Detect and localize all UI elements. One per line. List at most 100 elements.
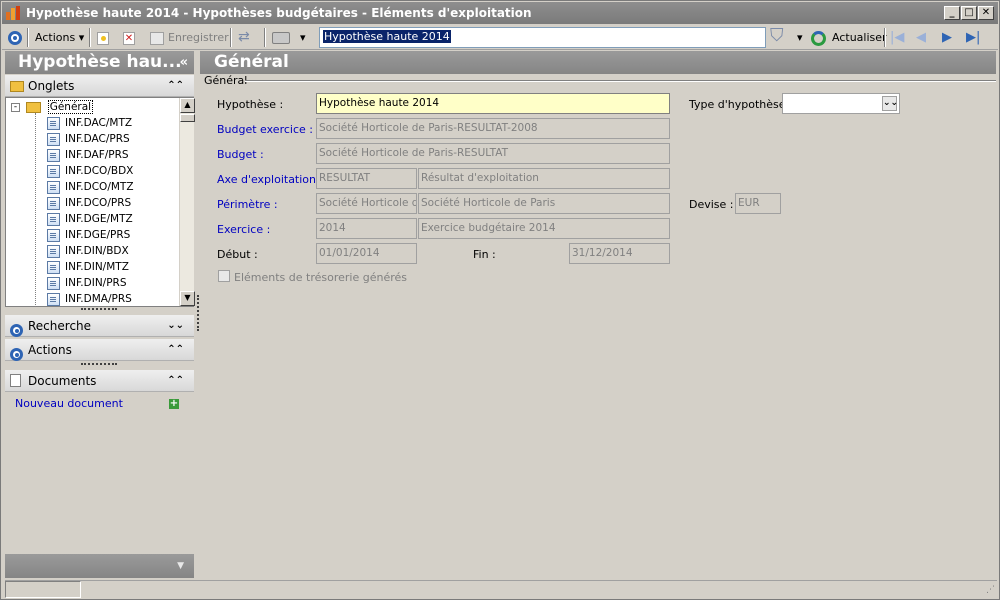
tree-root-label: Général — [47, 100, 94, 114]
app-icon — [6, 6, 20, 20]
recherche-section-header[interactable]: Recherche ⌄⌄ — [5, 315, 194, 337]
refresh-button[interactable]: Actualiser — [811, 28, 887, 47]
new-document-link[interactable]: Nouveau document — [15, 397, 123, 410]
resize-grip[interactable] — [81, 363, 117, 366]
tree-item[interactable]: INF.DGE/MTZ — [47, 211, 133, 227]
document-icon — [47, 212, 60, 226]
resize-grip-icon[interactable]: ⋰ — [986, 585, 995, 595]
tree-item[interactable]: INF.DCO/PRS — [47, 195, 131, 211]
left-panel-header: Hypothèse hau... « — [5, 51, 194, 74]
group-label: Général — [204, 74, 248, 87]
tree-item[interactable]: INF.DAC/PRS — [47, 131, 130, 147]
last-record-icon[interactable]: ▶| — [966, 28, 980, 47]
type-hypothese-select[interactable]: ⌄⌄ — [782, 93, 900, 114]
document-icon — [47, 132, 60, 146]
chevron-down-icon: ▾ — [78, 31, 85, 44]
exercice-label[interactable]: Exercice : — [217, 223, 270, 236]
axe-code-field: RESULTAT — [316, 168, 417, 189]
double-chevron-down-icon: ⌄⌄ — [167, 320, 184, 331]
filter-icon[interactable]: ⛉ — [770, 26, 784, 45]
tree-item-label: INF.DGE/MTZ — [65, 213, 133, 225]
recherche-icon — [10, 319, 23, 341]
budget-label[interactable]: Budget : — [217, 148, 264, 161]
document-icon — [47, 196, 60, 210]
maximize-button[interactable]: □ — [961, 6, 977, 20]
tree-scrollbar[interactable]: ▲ ▼ — [179, 98, 195, 306]
main-menu-icon[interactable] — [8, 28, 22, 47]
budget-exercice-label[interactable]: Budget exercice : — [217, 123, 313, 136]
left-panel-footer[interactable]: ▼ — [5, 554, 194, 578]
save-button[interactable]: Enregistrer — [150, 28, 229, 47]
status-cell — [5, 581, 81, 598]
previous-record-icon[interactable]: ◀ — [916, 28, 926, 47]
actions-icon — [10, 343, 23, 365]
scroll-up-icon[interactable]: ▲ — [180, 98, 195, 113]
onglets-section-header[interactable]: Onglets ⌃⌃ — [5, 75, 194, 97]
tree-item-label: INF.DMA/PRS — [65, 293, 132, 305]
search-input[interactable]: Hypothèse haute 2014 — [319, 27, 766, 48]
tree-item[interactable]: INF.DMA/PRS — [47, 291, 132, 306]
sync-icon[interactable]: ⇄ — [238, 28, 250, 47]
tresorerie-label: Eléments de trésorerie générés — [234, 271, 407, 284]
next-record-icon[interactable]: ▶ — [942, 28, 952, 47]
first-record-icon[interactable]: |◀ — [890, 28, 904, 47]
recherche-label: Recherche — [28, 319, 92, 333]
double-chevron-down-icon[interactable]: ⌄⌄ — [882, 96, 898, 111]
tree-item[interactable]: INF.DCO/MTZ — [47, 179, 134, 195]
panel-splitter[interactable] — [197, 295, 199, 331]
tree-item-label: INF.DIN/PRS — [65, 277, 127, 289]
tree-item[interactable]: INF.DIN/MTZ — [47, 259, 129, 275]
document-icon — [47, 276, 60, 290]
type-hypothese-label: Type d'hypothèse : — [689, 98, 793, 111]
tree-item[interactable]: INF.DIN/BDX — [47, 243, 129, 259]
actions-section-header[interactable]: Actions ⌃⌃ — [5, 339, 194, 361]
collapse-panel-icon[interactable]: « — [180, 51, 188, 74]
budget-field: Société Horticole de Paris-RESULTAT — [316, 143, 670, 164]
chevron-down-icon: ▼ — [177, 561, 184, 571]
tree-item-label: INF.DIN/BDX — [65, 245, 129, 257]
actions-menu-button[interactable]: Actions ▾ — [35, 28, 84, 47]
tree-item-label: INF.DAF/PRS — [65, 149, 129, 161]
tree-item-label: INF.DGE/PRS — [65, 229, 131, 241]
tabs-tree: - Général INF.DAC/MTZ INF.DAC/PRS INF.DA… — [5, 97, 194, 307]
print-menu-chevron-icon[interactable]: ▾ — [300, 28, 306, 47]
refresh-label: Actualiser — [832, 31, 887, 44]
minimize-button[interactable]: _ — [944, 6, 960, 20]
axe-description-field: Résultat d'exploitation — [418, 168, 670, 189]
fin-field: 31/12/2014 — [569, 243, 670, 264]
tree-item[interactable]: INF.DAF/PRS — [47, 147, 129, 163]
document-icon — [47, 116, 60, 130]
delete-icon[interactable]: ✕ — [123, 28, 135, 47]
scroll-down-icon[interactable]: ▼ — [180, 291, 195, 306]
filter-menu-chevron-icon[interactable]: ▾ — [797, 28, 803, 47]
devise-label: Devise : — [689, 198, 734, 211]
axe-label[interactable]: Axe d'exploitation : — [217, 173, 323, 186]
document-icon — [47, 180, 60, 194]
double-chevron-up-icon: ⌃⌃ — [167, 375, 184, 386]
perimetre-label[interactable]: Périmètre : — [217, 198, 278, 211]
new-icon[interactable] — [97, 28, 109, 47]
documents-section-header[interactable]: Documents ⌃⌃ — [5, 370, 194, 392]
resize-grip[interactable] — [81, 308, 117, 311]
close-button[interactable]: ✕ — [978, 6, 994, 20]
tree-item[interactable]: INF.DIN/PRS — [47, 275, 127, 291]
double-chevron-up-icon: ⌃⌃ — [167, 344, 184, 355]
tree-root-item[interactable]: - Général — [11, 99, 94, 115]
print-icon[interactable] — [272, 28, 290, 47]
onglets-label: Onglets — [28, 79, 75, 93]
perimetre-description-field: Société Horticole de Paris — [418, 193, 670, 214]
scroll-thumb[interactable] — [180, 114, 195, 122]
hypothese-input[interactable]: Hypothèse haute 2014 — [316, 93, 670, 114]
tree-item[interactable]: INF.DAC/MTZ — [47, 115, 132, 131]
main-title: Général — [214, 52, 289, 72]
tree-item-label: INF.DCO/PRS — [65, 197, 132, 209]
debut-label: Début : — [217, 248, 258, 261]
tree-item[interactable]: INF.DCO/BDX — [47, 163, 133, 179]
refresh-icon — [811, 30, 826, 46]
tresorerie-checkbox[interactable] — [218, 270, 230, 282]
add-document-icon[interactable]: + — [169, 399, 179, 409]
double-chevron-up-icon: ⌃⌃ — [167, 80, 184, 91]
document-icon — [47, 164, 60, 178]
tree-item[interactable]: INF.DGE/PRS — [47, 227, 130, 243]
budget-exercice-field: Société Horticole de Paris-RESULTAT-2008 — [316, 118, 670, 139]
